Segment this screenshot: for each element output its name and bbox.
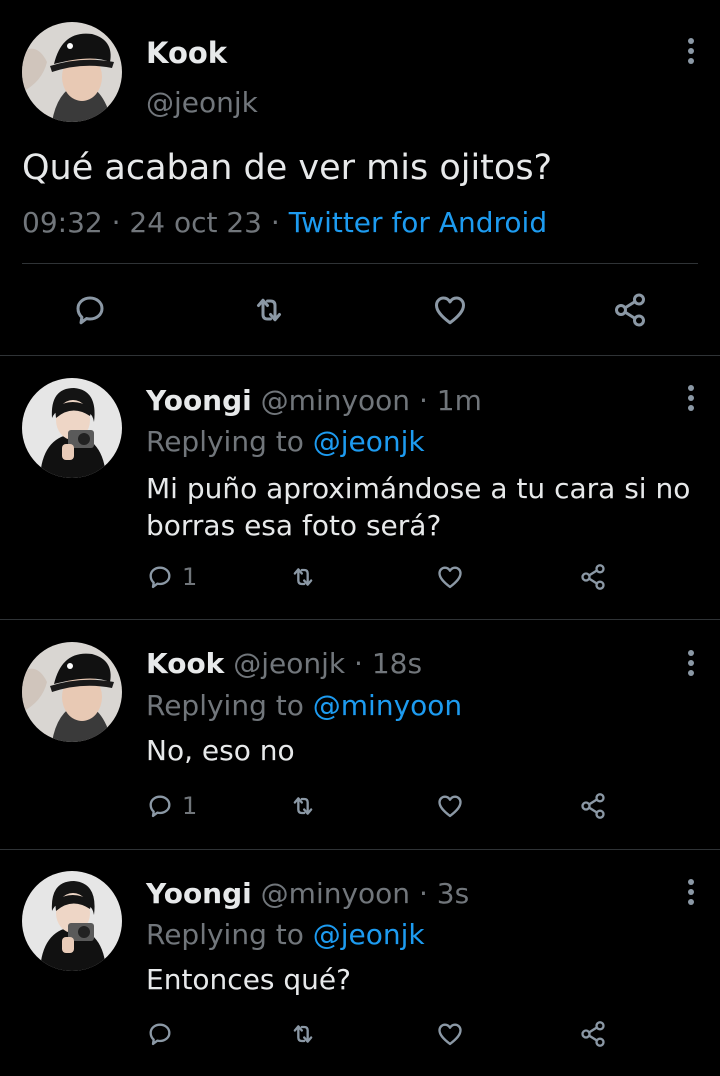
- display-name[interactable]: Yoongi: [146, 384, 252, 417]
- reply-button[interactable]: [72, 292, 108, 328]
- reply-text-line: borras esa foto será?: [146, 509, 442, 542]
- tweet-source-link[interactable]: Twitter for Android: [289, 206, 547, 239]
- display-name[interactable]: Yoongi: [146, 877, 252, 910]
- share-icon: [578, 563, 608, 591]
- like-icon: [435, 563, 465, 591]
- reply-icon: [146, 792, 174, 820]
- divider: [22, 263, 698, 264]
- reply-icon: [146, 1020, 174, 1048]
- retweet-icon: [288, 563, 318, 591]
- replying-to-label: Replying to: [146, 425, 304, 458]
- display-name[interactable]: Kook: [146, 647, 224, 680]
- retweet-icon: [288, 792, 318, 820]
- reply-icon: [146, 563, 174, 591]
- share-button[interactable]: [578, 563, 608, 591]
- reply-button[interactable]: 1: [146, 792, 197, 820]
- share-button[interactable]: [578, 1020, 608, 1048]
- share-icon: [578, 792, 608, 820]
- more-icon[interactable]: [686, 650, 696, 680]
- tweet-time: 09:32: [22, 206, 103, 239]
- more-icon[interactable]: [686, 385, 696, 415]
- reply-button[interactable]: 1: [146, 563, 197, 591]
- reply-text: Mi puño aproximándose a tu cara si no bo…: [146, 470, 690, 544]
- meta-separator: ·: [111, 206, 121, 239]
- avatar[interactable]: [22, 378, 122, 478]
- reply-button[interactable]: [146, 1020, 182, 1048]
- avatar[interactable]: [22, 642, 122, 742]
- reply-icon: [72, 292, 108, 328]
- replying-to-handle[interactable]: @minyoon: [313, 689, 462, 722]
- share-icon: [578, 1020, 608, 1048]
- more-icon[interactable]: [686, 879, 696, 909]
- more-icon[interactable]: [686, 38, 696, 68]
- handle[interactable]: @jeonjk: [146, 86, 258, 119]
- like-button[interactable]: [435, 792, 465, 820]
- reply-header: Yoongi @minyoon · 3s: [146, 877, 469, 910]
- reply-header: Yoongi @minyoon · 1m: [146, 384, 482, 417]
- divider: [0, 619, 720, 620]
- meta-separator: ·: [418, 877, 428, 910]
- tweet-meta: 09:32 · 24 oct 23 · Twitter for Android: [22, 206, 547, 239]
- reply-time: 3s: [436, 877, 470, 910]
- like-icon: [431, 292, 469, 328]
- like-icon: [435, 792, 465, 820]
- share-button[interactable]: [611, 292, 649, 328]
- like-button[interactable]: [431, 292, 469, 328]
- retweet-button[interactable]: [288, 563, 318, 591]
- like-icon: [435, 1020, 465, 1048]
- reply-text-line: Mi puño aproximándose a tu cara si no: [146, 472, 691, 505]
- reply-header: Kook @jeonjk · 18s: [146, 647, 422, 680]
- replying-to-label: Replying to: [146, 918, 304, 951]
- retweet-icon: [288, 1020, 318, 1048]
- reply-count: 1: [182, 792, 198, 820]
- divider: [0, 849, 720, 850]
- replying-to-handle[interactable]: @jeonjk: [313, 425, 425, 458]
- share-button[interactable]: [578, 792, 608, 820]
- like-button[interactable]: [435, 563, 465, 591]
- replying-to-handle[interactable]: @jeonjk: [313, 918, 425, 951]
- replying-to: Replying to @jeonjk: [146, 425, 425, 458]
- replying-to: Replying to @jeonjk: [146, 918, 425, 951]
- reply-time: 1m: [436, 384, 482, 417]
- tweet-text: Qué acaban de ver mis ojitos?: [22, 148, 553, 188]
- avatar[interactable]: [22, 871, 122, 971]
- avatar[interactable]: [22, 22, 122, 122]
- reply-text: No, eso no: [146, 734, 295, 767]
- replying-to-label: Replying to: [146, 689, 304, 722]
- tweet-date: 24 oct 23: [129, 206, 262, 239]
- divider: [0, 355, 720, 356]
- retweet-button[interactable]: [288, 1020, 318, 1048]
- share-icon: [611, 292, 649, 328]
- reply-count: 1: [182, 563, 198, 591]
- display-name[interactable]: Kook: [146, 36, 227, 70]
- replying-to: Replying to @minyoon: [146, 689, 462, 722]
- meta-separator: ·: [354, 647, 363, 680]
- handle[interactable]: @minyoon: [261, 384, 410, 417]
- reply-text: Entonces qué?: [146, 963, 352, 996]
- handle[interactable]: @minyoon: [261, 877, 410, 910]
- retweet-icon: [250, 292, 288, 328]
- meta-separator: ·: [270, 206, 280, 239]
- retweet-button[interactable]: [250, 292, 288, 328]
- like-button[interactable]: [435, 1020, 465, 1048]
- meta-separator: ·: [418, 384, 428, 417]
- retweet-button[interactable]: [288, 792, 318, 820]
- handle[interactable]: @jeonjk: [233, 647, 345, 680]
- reply-time: 18s: [371, 647, 423, 680]
